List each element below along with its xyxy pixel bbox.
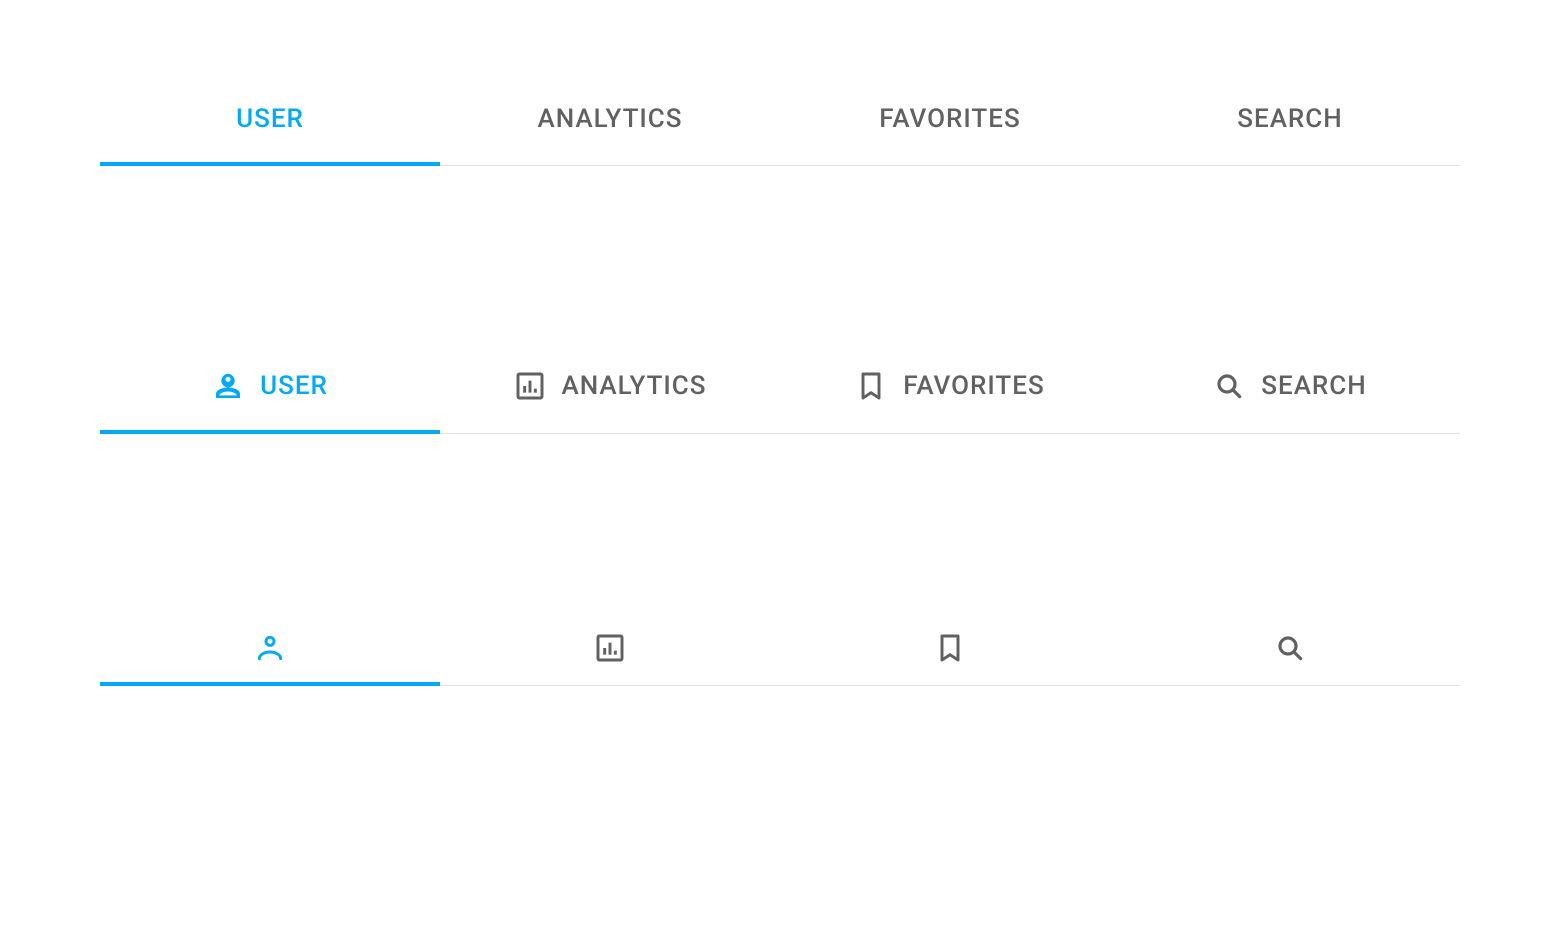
tab-analytics[interactable]: ANALYTICS — [440, 80, 780, 166]
tab-analytics[interactable] — [440, 614, 780, 686]
search-icon — [1274, 632, 1306, 664]
tab-search[interactable]: SEARCH — [1120, 80, 1460, 166]
bookmark-icon — [934, 632, 966, 664]
tab-label: FAVORITES — [903, 371, 1044, 401]
chart-icon — [514, 370, 546, 402]
tab-label: SEARCH — [1261, 371, 1366, 401]
tab-user[interactable]: USER — [100, 80, 440, 166]
chart-icon — [594, 632, 626, 664]
tab-favorites[interactable] — [780, 614, 1120, 686]
tab-label: SEARCH — [1237, 104, 1342, 134]
tab-label: USER — [236, 104, 304, 134]
tabs-icon-only — [100, 614, 1460, 686]
tab-label: ANALYTICS — [538, 104, 683, 134]
bookmark-icon — [855, 370, 887, 402]
tab-user[interactable] — [100, 614, 440, 686]
tabs-text-only: USER ANALYTICS FAVORITES SEARCH — [100, 80, 1460, 166]
tab-favorites[interactable]: FAVORITES — [780, 346, 1120, 434]
tab-search[interactable]: SEARCH — [1120, 346, 1460, 434]
tab-user[interactable]: USER — [100, 346, 440, 434]
search-icon — [1213, 370, 1245, 402]
tab-favorites[interactable]: FAVORITES — [780, 80, 1120, 166]
tabs-icon-text: USER ANALYTICS FAVORITES SEARCH — [100, 346, 1460, 434]
tab-label: ANALYTICS — [562, 371, 707, 401]
tab-label: USER — [260, 371, 328, 401]
tab-analytics[interactable]: ANALYTICS — [440, 346, 780, 434]
user-icon — [254, 632, 286, 664]
tab-label: FAVORITES — [879, 104, 1020, 134]
tab-search[interactable] — [1120, 614, 1460, 686]
user-icon — [212, 370, 244, 402]
